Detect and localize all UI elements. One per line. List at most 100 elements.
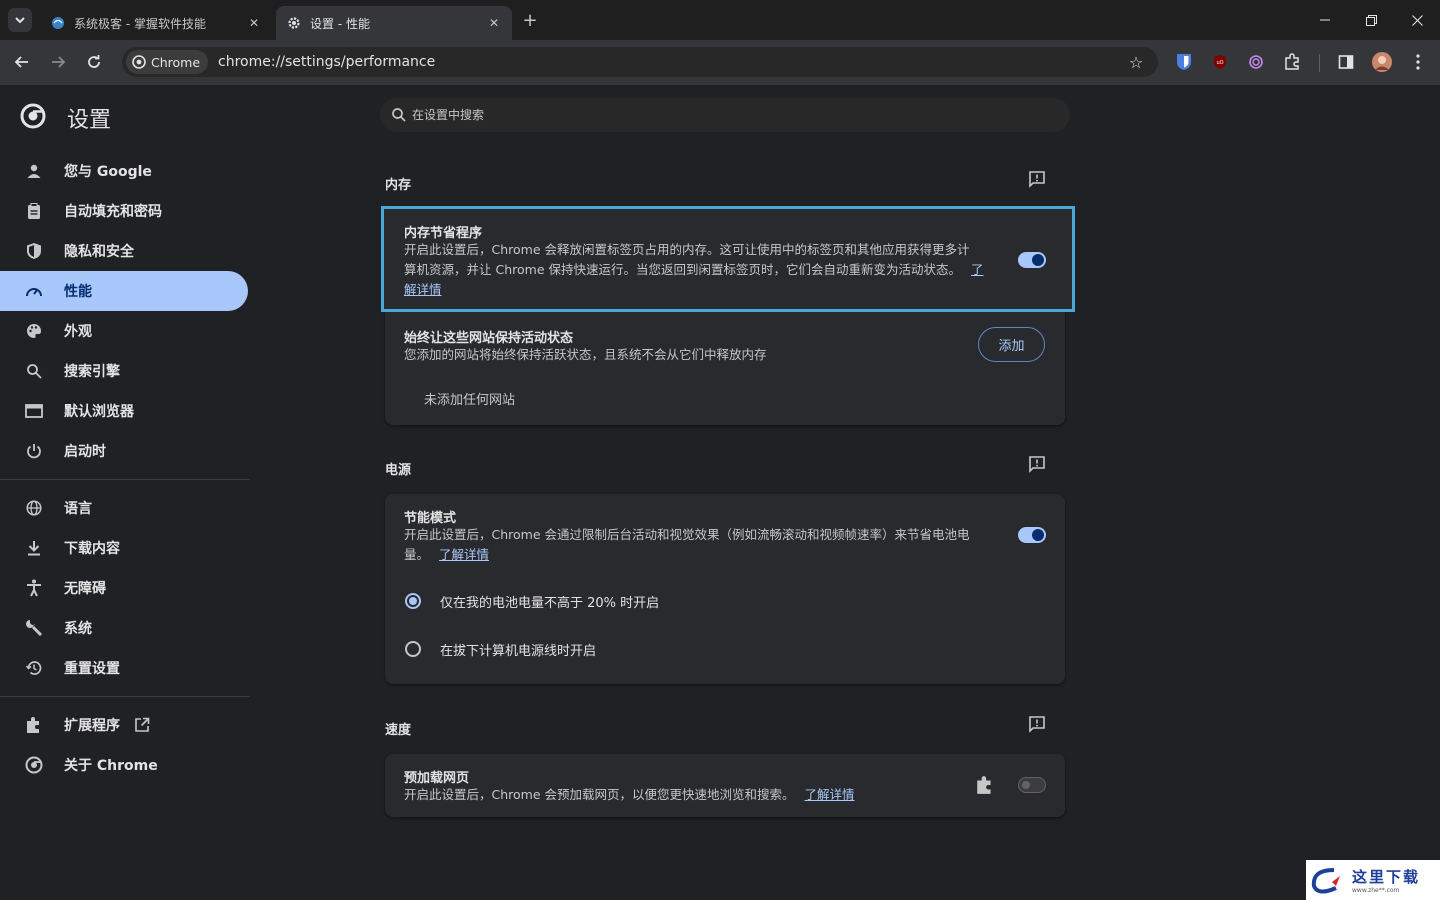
sidebar-item-about-chrome[interactable]: 关于 Chrome bbox=[0, 745, 248, 785]
preload-desc: 开启此设置后，Chrome 会预加载网页，以便您更快速地浏览和搜索。 了解详情 bbox=[404, 785, 855, 805]
tab-active[interactable]: 设置 - 性能 ✕ bbox=[276, 6, 512, 40]
more-menu-icon[interactable] bbox=[1407, 51, 1429, 73]
settings-search[interactable] bbox=[380, 98, 1070, 132]
sidebar-item-label: 自动填充和密码 bbox=[64, 204, 162, 220]
memory-saver-desc-line3: 解详情 bbox=[404, 280, 442, 300]
sidebar-item-you-and-google[interactable]: 您与 Google bbox=[0, 151, 248, 191]
close-icon[interactable]: ✕ bbox=[246, 15, 262, 31]
sidebar-item-label: 下载内容 bbox=[64, 541, 120, 557]
close-icon bbox=[1411, 14, 1423, 26]
sidebar-item-downloads[interactable]: 下载内容 bbox=[0, 528, 248, 568]
search-input[interactable] bbox=[412, 108, 1012, 122]
section-title-speed: 速度 bbox=[385, 723, 412, 738]
minimize-button[interactable] bbox=[1302, 6, 1348, 34]
unplugged-radio[interactable] bbox=[405, 641, 421, 657]
reload-button[interactable] bbox=[82, 50, 106, 74]
sidebar-item-languages[interactable]: 语言 bbox=[0, 488, 248, 528]
chrome-icon bbox=[24, 755, 44, 775]
memory-saver-toggle[interactable] bbox=[1018, 252, 1046, 268]
add-site-button[interactable]: 添加 bbox=[978, 327, 1045, 362]
memory-saver-desc-line2: 算机资源，并让 Chrome 保持快速运行。当您返回到闲置标签页时，它们会自动重… bbox=[404, 260, 983, 280]
learn-more-link[interactable]: 了解详情 bbox=[439, 547, 489, 562]
wrench-icon bbox=[24, 618, 44, 638]
page-title: 设置 bbox=[67, 108, 112, 133]
tab-title: 设置 - 性能 bbox=[310, 16, 370, 31]
no-sites-label: 未添加任何网站 bbox=[424, 393, 516, 408]
extension-managed-icon[interactable] bbox=[975, 775, 995, 795]
globe-icon bbox=[24, 498, 44, 518]
tab-strip: 系统极客 - 掌握软件技能 ✕ 设置 - 性能 ✕ + bbox=[0, 0, 1440, 40]
unplugged-label[interactable]: 在拔下计算机电源线时开启 bbox=[440, 640, 596, 659]
clipboard-icon bbox=[24, 201, 44, 221]
chevron-down-icon bbox=[15, 17, 25, 24]
close-icon[interactable]: ✕ bbox=[486, 15, 502, 31]
watermark-swoosh-icon bbox=[1311, 868, 1340, 894]
sidebar-item-autofill[interactable]: 自动填充和密码 bbox=[0, 191, 248, 231]
sidebar-item-label: 搜索引擎 bbox=[64, 364, 120, 380]
sidebar-item-search-engine[interactable]: 搜索引擎 bbox=[0, 351, 248, 391]
openai-extension-icon[interactable] bbox=[1245, 51, 1267, 73]
person-icon bbox=[24, 161, 44, 181]
side-panel-icon[interactable] bbox=[1335, 51, 1357, 73]
sidebar-item-default-browser[interactable]: 默认浏览器 bbox=[0, 391, 248, 431]
sidebar-item-performance[interactable]: 性能 bbox=[0, 271, 248, 311]
ublock-icon[interactable]: uO bbox=[1209, 51, 1231, 73]
sidebar-item-reset[interactable]: 重置设置 bbox=[0, 648, 248, 688]
sidebar-item-extensions[interactable]: 扩展程序 bbox=[0, 705, 248, 745]
new-tab-button[interactable]: + bbox=[520, 10, 540, 31]
sidebar-divider bbox=[0, 479, 250, 480]
arrow-right-icon bbox=[52, 56, 66, 68]
search-icon bbox=[392, 108, 406, 122]
sidebar-item-accessibility[interactable]: 无障碍 bbox=[0, 568, 248, 608]
energy-saver-desc-text: 量。 bbox=[404, 547, 430, 562]
learn-more-link[interactable]: 了 bbox=[971, 262, 984, 277]
extensions-puzzle-icon[interactable] bbox=[1281, 51, 1303, 73]
energy-saver-desc-line2: 量。 了解详情 bbox=[404, 545, 489, 565]
toolbar: Chrome chrome://settings/performance ☆ u… bbox=[0, 40, 1440, 85]
battery-low-radio[interactable] bbox=[405, 593, 421, 609]
profile-avatar[interactable] bbox=[1371, 51, 1393, 73]
chrome-icon bbox=[132, 55, 146, 69]
feedback-icon[interactable] bbox=[1027, 169, 1047, 189]
learn-more-link[interactable]: 解详情 bbox=[404, 282, 442, 297]
memory-saver-desc-text: 算机资源，并让 Chrome 保持快速运行。当您返回到闲置标签页时，它们会自动重… bbox=[404, 262, 961, 277]
sidebar-item-privacy[interactable]: 隐私和安全 bbox=[0, 231, 248, 271]
preload-toggle[interactable] bbox=[1018, 777, 1046, 793]
globe-icon bbox=[50, 15, 66, 31]
memory-saver-desc-line1: 开启此设置后，Chrome 会释放闲置标签页占用的内存。这可让使用中的标签页和其… bbox=[404, 242, 970, 257]
memory-saver-title: 内存节省程序 bbox=[404, 226, 483, 241]
power-icon bbox=[24, 441, 44, 461]
energy-saver-desc-line1: 开启此设置后，Chrome 会通过限制后台活动和视觉效果（例如流畅滚动和视频帧速… bbox=[404, 527, 970, 542]
sidebar-item-label: 您与 Google bbox=[64, 164, 152, 180]
sidebar-divider bbox=[0, 696, 250, 697]
gear-icon bbox=[286, 15, 302, 31]
watermark-logo: 这里下载 www.zhe**.com bbox=[1306, 860, 1440, 900]
learn-more-link[interactable]: 了解详情 bbox=[805, 787, 855, 802]
back-button[interactable] bbox=[10, 50, 34, 74]
site-info-chip[interactable]: Chrome bbox=[126, 50, 209, 74]
close-window-button[interactable] bbox=[1394, 6, 1440, 34]
battery-low-label[interactable]: 仅在我的电池电量不高于 20% 时开启 bbox=[440, 592, 659, 611]
sidebar-item-on-startup[interactable]: 启动时 bbox=[0, 431, 248, 471]
minimize-icon bbox=[1320, 19, 1330, 21]
bitwarden-shield-icon[interactable] bbox=[1173, 51, 1195, 73]
speedometer-icon bbox=[24, 281, 44, 301]
tab-inactive[interactable]: 系统极客 - 掌握软件技能 ✕ bbox=[40, 6, 272, 40]
restore-button[interactable] bbox=[1348, 6, 1394, 34]
forward-button[interactable] bbox=[46, 50, 70, 74]
sidebar-item-system[interactable]: 系统 bbox=[0, 608, 248, 648]
feedback-icon[interactable] bbox=[1027, 454, 1047, 474]
accessibility-icon bbox=[24, 578, 44, 598]
sidebar-item-appearance[interactable]: 外观 bbox=[0, 311, 248, 351]
sidebar-item-label: 性能 bbox=[64, 284, 92, 300]
sidebar-item-label: 重置设置 bbox=[64, 661, 120, 677]
tab-search-button[interactable] bbox=[8, 8, 32, 32]
address-bar[interactable]: Chrome chrome://settings/performance ☆ bbox=[122, 47, 1158, 77]
sidebar-item-label: 启动时 bbox=[64, 444, 106, 460]
feedback-icon[interactable] bbox=[1027, 714, 1047, 734]
url-text[interactable]: chrome://settings/performance bbox=[218, 54, 435, 70]
energy-saver-toggle[interactable] bbox=[1018, 527, 1046, 543]
bookmark-star-icon[interactable]: ☆ bbox=[1126, 52, 1146, 72]
download-icon bbox=[24, 538, 44, 558]
sidebar-item-label: 关于 Chrome bbox=[64, 758, 158, 774]
